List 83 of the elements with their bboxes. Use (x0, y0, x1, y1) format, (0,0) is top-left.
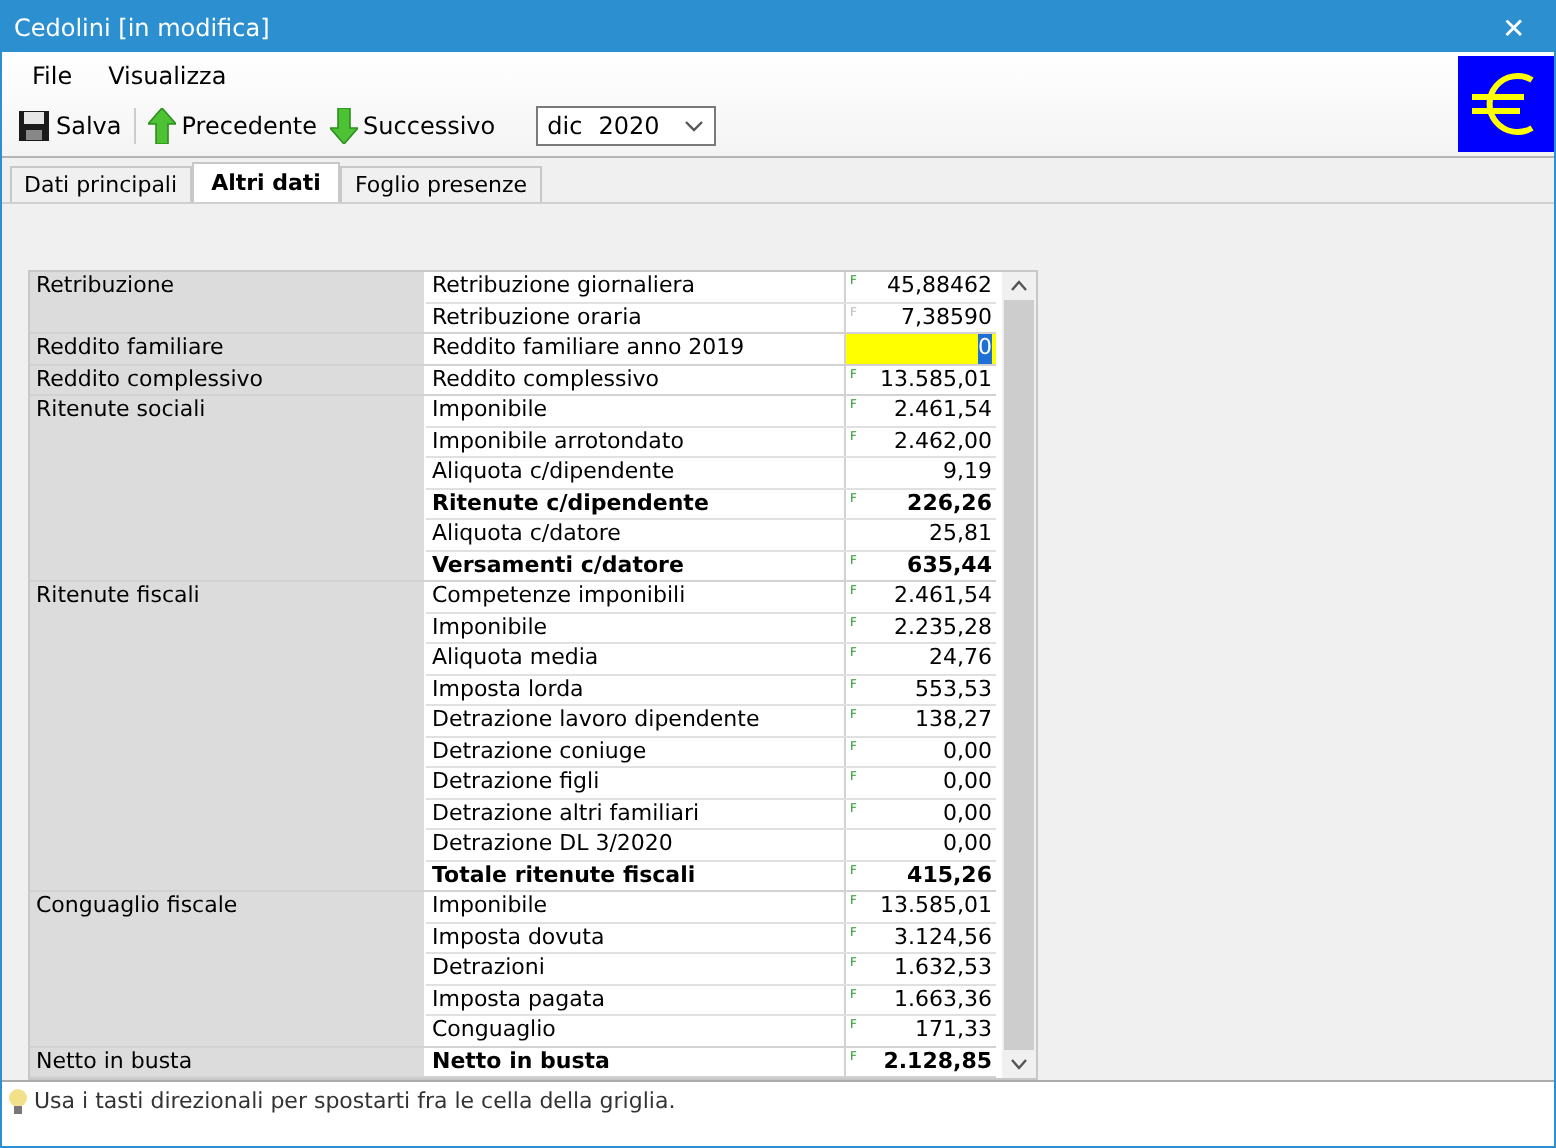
scroll-up-icon[interactable] (1010, 280, 1028, 292)
cell-value: 3.124,56 (894, 923, 992, 952)
table-cell: Detrazione figli (426, 768, 846, 797)
cell-value: 226,26 (907, 489, 992, 518)
cell-value: 0,00 (943, 830, 992, 859)
table-cell: Versamenti c/datore (426, 551, 846, 580)
tab[interactable]: Foglio presenze (340, 166, 541, 202)
group-cell: Ritenute fiscali (30, 582, 426, 890)
lightbulb-icon (8, 1088, 28, 1116)
tab[interactable]: Altri dati (191, 162, 341, 202)
table-cell: Ritenute c/dipendente (426, 489, 846, 518)
cell-value: 171,33 (915, 1016, 992, 1045)
value-cell[interactable]: 25,81 (846, 520, 996, 549)
cell-value: 25,81 (929, 520, 992, 549)
table-cell: Imponibile (426, 613, 846, 642)
group-cell: Retribuzione (30, 272, 426, 332)
table-cell: Netto in busta (426, 1047, 846, 1076)
cell-value: 2.461,54 (894, 582, 992, 611)
vertical-scrollbar[interactable] (1002, 272, 1036, 1078)
cell-value: 415,26 (907, 861, 992, 890)
window-title: Cedolini [in modifica] (14, 13, 270, 41)
table-cell: Aliquota media (426, 644, 846, 673)
period-dropdown[interactable]: dic 2020 (535, 106, 716, 146)
status-hint: Usa i tasti direzionali per spostarti fra le cella della griglia. (34, 1088, 676, 1114)
arrow-up-icon (147, 108, 176, 144)
table-cell: Conguaglio (426, 1016, 846, 1045)
cell-value: 2.235,28 (894, 613, 992, 642)
cell-value: 635,44 (907, 551, 992, 580)
cell-value: 0,00 (943, 737, 992, 766)
cell-value: 0,00 (943, 768, 992, 797)
table-cell: Aliquota c/datore (426, 520, 846, 549)
cell-value: 13.585,01 (880, 892, 992, 921)
cell-value: 0 (978, 334, 992, 363)
table-cell: Aliquota c/dipendente (426, 458, 846, 487)
cell-value: 7,38590 (901, 303, 992, 332)
chevron-down-icon (683, 120, 704, 132)
group-cell: Conguaglio fiscale (30, 892, 426, 1045)
table-cell: Imposta dovuta (426, 923, 846, 952)
arrow-down-icon (329, 108, 358, 144)
cell-value: 0,00 (943, 799, 992, 828)
table-cell: Reddito complessivo (426, 365, 846, 394)
cell-value: 13.585,01 (880, 365, 992, 394)
table-cell: Imponibile arrotondato (426, 427, 846, 456)
cell-value: 1.632,53 (894, 954, 992, 983)
cell-value: 9,19 (943, 458, 992, 487)
scroll-down-icon[interactable] (1010, 1058, 1028, 1070)
close-button[interactable]: ✕ (1474, 2, 1554, 52)
cell-value: 45,88462 (887, 272, 992, 301)
table-cell: Totale ritenute fiscali (426, 861, 846, 890)
table-cell: Detrazione DL 3/2020 (426, 830, 846, 859)
table-cell: Imposta pagata (426, 985, 846, 1014)
cell-value: 2.461,54 (894, 396, 992, 425)
table-cell: Detrazione coniuge (426, 737, 846, 766)
group-cell: Netto in busta (30, 1047, 426, 1076)
toolbar-button[interactable]: Salva (14, 108, 126, 144)
cell-value: 138,27 (915, 706, 992, 735)
group-cell: Ritenute sociali (30, 396, 426, 580)
table-cell: Retribuzione oraria (426, 303, 846, 332)
cell-value: 2.128,85 (883, 1047, 992, 1076)
menu-item[interactable]: Visualizza (90, 58, 245, 94)
table-cell: Detrazione altri familiari (426, 799, 846, 828)
group-cell: Reddito familiare (30, 334, 426, 363)
euro-logo-icon (1458, 56, 1554, 152)
value-cell[interactable]: 0,00 (846, 830, 996, 859)
table-cell: Detrazioni (426, 954, 846, 983)
cell-value: 24,76 (929, 644, 992, 673)
value-cell[interactable]: 0 (846, 334, 996, 363)
table-cell: Imponibile (426, 396, 846, 425)
group-cell: Reddito complessivo (30, 365, 426, 394)
cell-value: 2.462,00 (894, 427, 992, 456)
table-cell: Retribuzione giornaliera (426, 272, 846, 301)
table-cell: Competenze imponibili (426, 582, 846, 611)
tab[interactable]: Dati principali (10, 166, 192, 202)
value-cell[interactable]: 9,19 (846, 458, 996, 487)
menu-item[interactable]: File (14, 58, 91, 94)
table-cell: Imposta lorda (426, 675, 846, 704)
table-cell: Imponibile (426, 892, 846, 921)
table-cell: Detrazione lavoro dipendente (426, 706, 846, 735)
cell-value: 553,53 (915, 675, 992, 704)
toolbar-button[interactable]: Precedente (143, 106, 322, 146)
scrollbar-thumb[interactable] (1004, 300, 1034, 1050)
cell-value: 1.663,36 (894, 985, 992, 1014)
toolbar-button[interactable]: Successivo (325, 106, 500, 146)
